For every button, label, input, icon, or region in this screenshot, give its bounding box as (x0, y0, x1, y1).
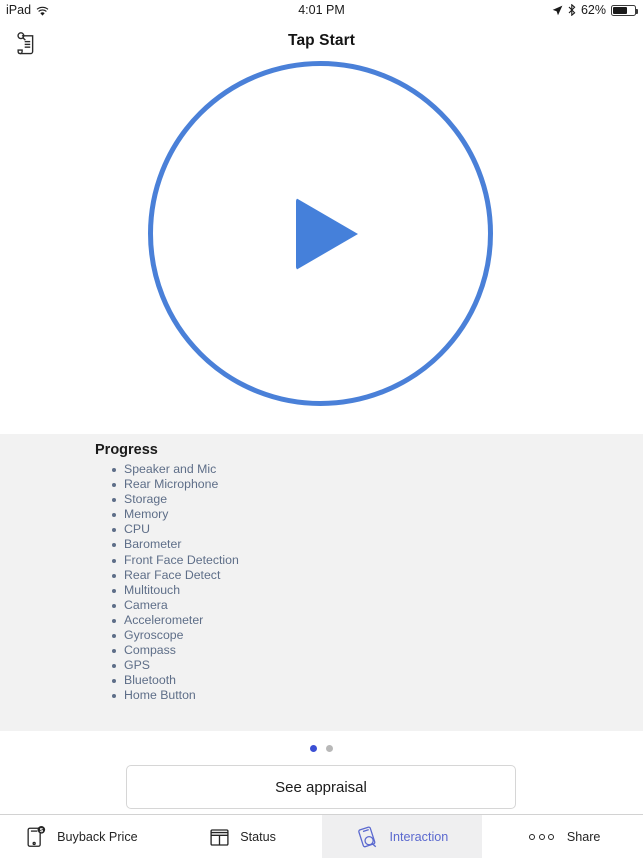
status-bar-clock: 4:01 PM (298, 3, 345, 17)
device-search-icon (355, 824, 381, 850)
page-dot-1[interactable] (310, 745, 317, 752)
list-item: Multitouch (112, 583, 239, 598)
tab-bar: $ Buyback Price Status Interaction Share (0, 814, 643, 858)
phone-dollar-icon: $ (23, 824, 49, 850)
list-item: Bluetooth (112, 673, 239, 688)
list-item: Speaker and Mic (112, 462, 239, 477)
list-item: Compass (112, 643, 239, 658)
list-item: Rear Microphone (112, 477, 239, 492)
tab-label: Status (240, 830, 276, 844)
list-item: GPS (112, 658, 239, 673)
tab-label: Share (566, 830, 601, 844)
tab-share[interactable]: Share (482, 815, 643, 858)
list-item: CPU (112, 522, 239, 537)
progress-panel[interactable]: Progress Speaker and Mic Rear Microphone… (0, 434, 643, 731)
tab-interaction[interactable]: Interaction (321, 815, 483, 858)
list-item: Storage (112, 492, 239, 507)
tab-buyback-price[interactable]: $ Buyback Price (0, 815, 161, 858)
tab-label: Buyback Price (57, 830, 138, 844)
list-item: Home Button (112, 688, 239, 703)
start-play-button[interactable] (148, 61, 493, 406)
progress-list: Speaker and Mic Rear Microphone Storage … (112, 462, 239, 704)
battery-icon (611, 4, 638, 16)
status-bar: iPad 4:01 PM 62% (0, 0, 643, 20)
list-item: Rear Face Detect (112, 568, 239, 583)
list-item: Gyroscope (112, 628, 239, 643)
progress-heading: Progress (95, 442, 158, 458)
navigation-bar: Tap Start (0, 20, 643, 65)
page-indicator[interactable] (0, 745, 643, 752)
bluetooth-icon (568, 3, 576, 17)
tab-label: Interaction (389, 830, 449, 844)
tab-status[interactable]: Status (161, 815, 322, 858)
status-bar-right: 62% (552, 3, 638, 17)
three-dots-icon (525, 824, 559, 850)
play-icon (295, 197, 358, 270)
layout-grid-icon (206, 824, 232, 850)
list-item: Barometer (112, 537, 239, 552)
battery-percent-label: 62% (580, 3, 606, 17)
list-item: Accelerometer (112, 613, 239, 628)
list-item: Front Face Detection (112, 553, 239, 568)
list-item: Memory (112, 507, 239, 522)
page-title: Tap Start (288, 32, 355, 49)
hero-area (0, 61, 643, 434)
list-item: Camera (112, 598, 239, 613)
see-appraisal-button[interactable]: See appraisal (126, 765, 516, 809)
page-dot-2[interactable] (326, 745, 333, 752)
location-arrow-icon (552, 5, 563, 16)
